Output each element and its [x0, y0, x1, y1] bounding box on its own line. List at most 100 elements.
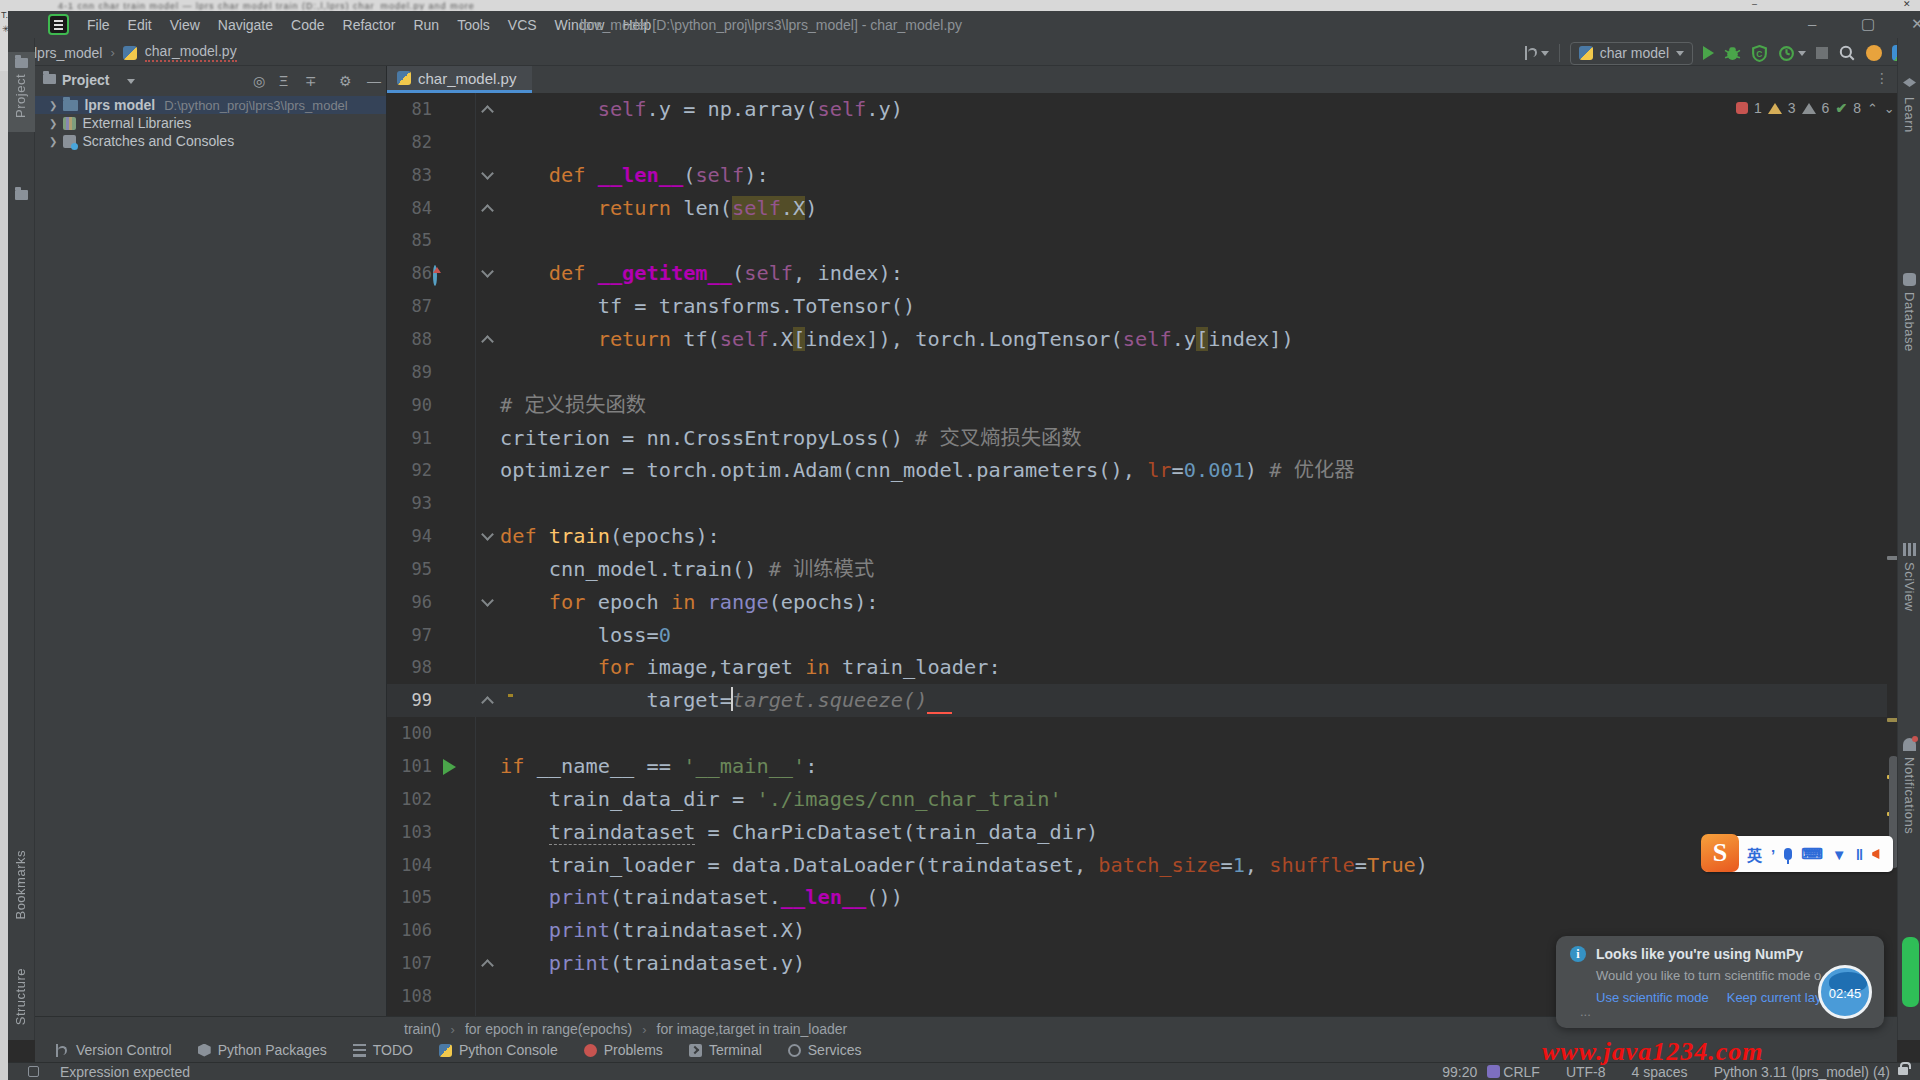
sidebar-item-database[interactable]: Database — [1898, 273, 1920, 352]
menu-refactor[interactable]: Refactor — [334, 17, 405, 33]
code-line-94[interactable]: 94def train(epochs): — [387, 520, 1887, 553]
code-line-96[interactable]: 96 for epoch in range(epochs): — [387, 586, 1887, 619]
fold-up-icon[interactable] — [481, 335, 494, 348]
keep-current-layout-link[interactable]: Keep current layo — [1727, 990, 1829, 1005]
notification-more[interactable]: ... — [1580, 1004, 1591, 1019]
code-line-83[interactable]: 83 def __len__(self): — [387, 159, 1887, 192]
status-item[interactable]: CRLF — [1503, 1064, 1540, 1080]
expand-chevron-icon[interactable]: ❯ — [49, 136, 57, 147]
menu-tools[interactable]: Tools — [448, 17, 499, 33]
code-line-88[interactable]: 88 return tf(self.X[index]), torch.LongT… — [387, 323, 1887, 356]
plugin-orange-icon[interactable] — [1866, 45, 1882, 61]
tree-item-lprs-model[interactable]: ❯lprs modelD:\python_proj\lprs3\lprs_mod… — [35, 96, 386, 114]
collapse-all-icon[interactable]: ∓ — [305, 73, 317, 89]
ime-icon-4[interactable]: ▼ — [1832, 846, 1847, 863]
tab-char-model[interactable]: char_model.py — [387, 66, 532, 93]
code-line-102[interactable]: 102 train_data_dir = './images/cnn_char_… — [387, 783, 1887, 816]
expand-all-icon[interactable]: Ξ — [279, 73, 288, 89]
editor-breadcrumb-item[interactable]: for epoch in range(epochs) — [465, 1021, 632, 1037]
ime-icon-3[interactable]: ⌨ — [1801, 845, 1823, 863]
code-line-98[interactable]: 98 for image,target in train_loader: — [387, 651, 1887, 684]
toolwindow-button-terminal[interactable]: Terminal — [689, 1042, 762, 1058]
code-line-97[interactable]: 97 loss=0 — [387, 619, 1887, 652]
code-line-82[interactable]: 82 — [387, 126, 1887, 159]
code-line-91[interactable]: 91criterion = nn.CrossEntropyLoss() # 交叉… — [387, 422, 1887, 455]
expand-chevron-icon[interactable]: ❯ — [49, 118, 57, 129]
toolwindow-button-todo[interactable]: TODO — [353, 1042, 413, 1058]
editor-breadcrumb-item[interactable]: train() — [404, 1021, 441, 1037]
hide-panel-icon[interactable]: — — [367, 73, 381, 89]
minimize-button[interactable]: – — [1808, 15, 1816, 32]
code-line-87[interactable]: 87 tf = transforms.ToTensor() — [387, 290, 1887, 323]
code-line-84[interactable]: 84 return len(self.X) — [387, 192, 1887, 225]
ime-toolbar[interactable]: S 英 ’ ⌨ ▼ ‖ — [1703, 836, 1893, 872]
code-line-104[interactable]: 104 train_loader = data.DataLoader(train… — [387, 849, 1887, 882]
code-line-92[interactable]: 92optimizer = torch.optim.Adam(cnn_model… — [387, 454, 1887, 487]
lock-icon[interactable] — [1898, 1067, 1908, 1075]
code-line-100[interactable]: 100 — [387, 717, 1887, 750]
run-configuration-select[interactable]: char model — [1570, 42, 1693, 65]
fold-up-icon[interactable] — [481, 105, 494, 118]
sidebar-item-sciview[interactable]: SciView — [1898, 543, 1920, 612]
menu-vcs[interactable]: VCS — [499, 17, 546, 33]
code-line-103[interactable]: 103 traindataset = CharPicDataset(train_… — [387, 816, 1887, 849]
menu-edit[interactable]: Edit — [119, 17, 161, 33]
code-line-86[interactable]: 86 def __getitem__(self, index): — [387, 257, 1887, 290]
profiler-button[interactable] — [1778, 45, 1795, 62]
next-problem-icon[interactable]: ⌄ — [1884, 101, 1895, 116]
code-line-85[interactable]: 85 — [387, 224, 1887, 257]
coverage-button[interactable]: C — [1751, 45, 1768, 62]
code-line-99[interactable]: 99 target=target.squeeze() — [387, 684, 1887, 717]
fold-down-icon[interactable] — [481, 265, 494, 278]
code-line-93[interactable]: 93 — [387, 487, 1887, 520]
menu-view[interactable]: View — [161, 17, 209, 33]
breadcrumb-project[interactable]: lprs_model — [34, 45, 102, 61]
toolwindow-switcher-icon[interactable] — [28, 1066, 39, 1077]
project-panel-title[interactable]: Project — [62, 72, 109, 88]
tree-item-external-libraries[interactable]: ❯External Libraries — [35, 114, 386, 132]
run-button[interactable] — [1703, 46, 1714, 60]
menu-file[interactable]: File — [78, 17, 119, 33]
toolwindow-button-python-packages[interactable]: Python Packages — [198, 1042, 327, 1058]
search-icon[interactable] — [1838, 44, 1856, 62]
maximize-button[interactable]: ▢ — [1861, 15, 1875, 33]
fold-down-icon[interactable] — [481, 528, 494, 541]
menu-run[interactable]: Run — [404, 17, 448, 33]
toolwindow-button-version-control[interactable]: Version Control — [52, 1042, 172, 1058]
sogou-logo-icon[interactable]: S — [1701, 834, 1739, 872]
close-button[interactable]: ✕ — [1911, 15, 1920, 33]
sidebar-item-project[interactable]: Project — [8, 52, 35, 132]
fold-up-icon[interactable] — [481, 959, 494, 972]
status-item[interactable]: 99:20 — [1442, 1064, 1477, 1080]
toolwindow-button-problems[interactable]: Problems — [584, 1042, 663, 1058]
commit-stripe-icon[interactable] — [15, 190, 28, 200]
inspections-widget[interactable]: 1 3 6 ✔ 8 ⌃ ⌄ — [1736, 100, 1895, 116]
code-line-101[interactable]: 101if __name__ == '__main__': — [387, 750, 1887, 783]
sidebar-item-learn[interactable]: Learn — [1898, 78, 1920, 133]
code-line-95[interactable]: 95 cnn_model.train() # 训练模式 — [387, 553, 1887, 586]
ime-icon-5[interactable]: ‖ — [1856, 846, 1863, 863]
ime-icon-1[interactable]: ’ — [1771, 846, 1775, 863]
menu-navigate[interactable]: Navigate — [209, 17, 282, 33]
code-editor[interactable]: 81 self.y = np.array(self.y)8283 def __l… — [387, 93, 1897, 1016]
code-line-90[interactable]: 90# 定义损失函数 — [387, 389, 1887, 422]
use-scientific-mode-link[interactable]: Use scientific mode — [1596, 990, 1709, 1005]
toolwindow-button-python-console[interactable]: Python Console — [439, 1042, 558, 1058]
project-header-chevron-icon[interactable] — [127, 79, 135, 84]
ime-icon-0[interactable]: 英 — [1747, 844, 1762, 865]
locate-file-icon[interactable]: ◎ — [253, 73, 265, 89]
tree-item-scratches-and-consoles[interactable]: ❯Scratches and Consoles — [35, 132, 386, 150]
code-line-81[interactable]: 81 self.y = np.array(self.y) — [387, 93, 1887, 126]
profiler-chevron-icon[interactable] — [1798, 51, 1806, 56]
editor-breadcrumb-item[interactable]: for image,target in train_loader — [657, 1021, 848, 1037]
menu-code[interactable]: Code — [282, 17, 333, 33]
fold-down-icon[interactable] — [481, 167, 494, 180]
stop-button[interactable] — [1816, 47, 1828, 59]
ime-icon-2[interactable] — [1784, 848, 1792, 860]
toolwindow-button-services[interactable]: Services — [788, 1042, 862, 1058]
prev-problem-icon[interactable]: ⌃ — [1867, 101, 1878, 116]
run-line-icon[interactable] — [443, 759, 456, 775]
branch-icon[interactable] — [1525, 46, 1549, 60]
tab-options-kebab-icon[interactable]: ⋮ — [1875, 70, 1889, 86]
fold-down-icon[interactable] — [481, 594, 494, 607]
